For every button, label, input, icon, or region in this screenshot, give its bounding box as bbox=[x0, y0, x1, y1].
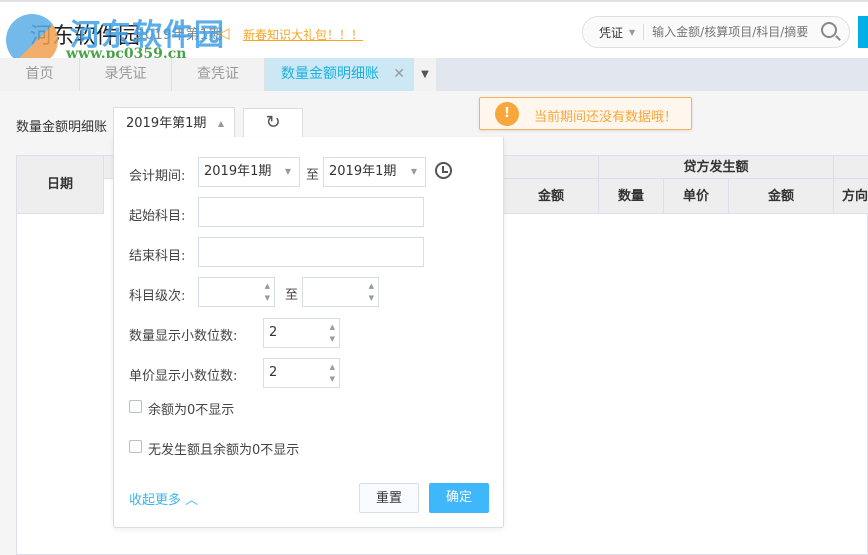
header-action-button[interactable] bbox=[858, 16, 868, 48]
qty-decimals-stepper[interactable]: 2 ▲ ▼ bbox=[263, 318, 340, 348]
period-to-select[interactable]: 2019年1期 ▼ bbox=[323, 157, 426, 187]
refresh-button[interactable]: ↻ bbox=[243, 108, 303, 138]
stepper-arrows-icon[interactable]: ▲ ▼ bbox=[330, 321, 335, 345]
search-type-select[interactable]: 凭证 bbox=[599, 24, 623, 41]
col-credit-qty: 数量 bbox=[599, 179, 664, 214]
qty-decimals-label: 数量显示小数位数: bbox=[129, 329, 238, 344]
reset-button[interactable]: 重置 bbox=[359, 483, 419, 513]
to-label: 至 bbox=[306, 168, 320, 183]
stepper-arrows-icon[interactable]: ▲ ▼ bbox=[330, 361, 335, 385]
app-header: 河东软件园 2019年第1期 河东软件园 www.pc0359.cn ◁ 新春知… bbox=[0, 0, 868, 66]
chevron-up-icon: ︿ bbox=[185, 493, 199, 508]
level-from-stepper[interactable]: ▲ ▼ bbox=[198, 277, 275, 307]
tab-enter-voucher[interactable]: 录凭证 bbox=[80, 58, 172, 91]
tab-label: 数量金额明细账 bbox=[281, 66, 379, 82]
period-from-value: 2019年1期 bbox=[204, 164, 272, 179]
end-account-label: 结束科目: bbox=[129, 249, 186, 264]
tab-bar: 首页 录凭证 查凭证 数量金额明细账 ✕ ▼ bbox=[0, 58, 868, 91]
filter-panel: 会计期间: 2019年1期 ▼ 至 2019年1期 ▼ 起始科目: 结束科目: 科目… bbox=[113, 137, 504, 528]
clock-icon[interactable] bbox=[435, 162, 452, 179]
close-icon[interactable]: ✕ bbox=[393, 58, 405, 91]
period-value: 2019年第1期 bbox=[126, 116, 207, 131]
warning-toast: ! 当前期间还没有数据哦！ bbox=[479, 97, 692, 130]
divider bbox=[643, 24, 645, 40]
period-select[interactable]: 2019年第1期 ▲ bbox=[113, 107, 235, 139]
tab-quantity-amount-ledger[interactable]: 数量金额明细账 ✕ bbox=[265, 58, 414, 91]
search-icon[interactable] bbox=[821, 22, 837, 38]
price-decimals-stepper[interactable]: 2 ▲ ▼ bbox=[263, 358, 340, 388]
hide-zero-balance-label: 余额为0不显示 bbox=[148, 403, 235, 418]
start-account-label: 起始科目: bbox=[129, 209, 186, 224]
refresh-icon: ↻ bbox=[265, 112, 281, 133]
confirm-button[interactable]: 确定 bbox=[429, 483, 489, 513]
hide-no-activity-checkbox[interactable] bbox=[129, 440, 142, 453]
promo-link[interactable]: 新春知识大礼包！！！ bbox=[243, 26, 363, 43]
stepper-arrows-icon[interactable]: ▲ ▼ bbox=[265, 280, 270, 304]
level-to-label: 至 bbox=[285, 288, 299, 303]
col-group-balance bbox=[834, 156, 868, 179]
col-direction: 方向 bbox=[834, 179, 868, 214]
col-credit-amount: 金额 bbox=[729, 179, 834, 214]
hide-zero-balance-checkbox[interactable] bbox=[129, 400, 142, 413]
search-input[interactable] bbox=[652, 25, 823, 39]
start-account-input[interactable] bbox=[198, 197, 424, 227]
stepper-arrows-icon[interactable]: ▲ ▼ bbox=[369, 280, 374, 304]
speaker-icon: ◁ bbox=[218, 24, 230, 42]
end-account-input[interactable] bbox=[198, 237, 424, 267]
col-group-credit: 贷方发生额 bbox=[599, 156, 834, 179]
search-box: 凭证 ▼ bbox=[582, 16, 850, 48]
col-date: 日期 bbox=[17, 156, 104, 214]
price-decimals-label: 单价显示小数位数: bbox=[129, 369, 238, 384]
tab-more-dropdown[interactable]: ▼ bbox=[414, 58, 436, 91]
period-from-select[interactable]: 2019年1期 ▼ bbox=[198, 157, 300, 187]
chevron-down-icon: ▼ bbox=[284, 167, 291, 176]
toast-message: 当前期间还没有数据哦！ bbox=[534, 110, 678, 125]
chevron-up-icon: ▲ bbox=[217, 119, 224, 128]
level-label: 科目级次: bbox=[129, 289, 186, 304]
exclamation-icon: ! bbox=[495, 102, 519, 126]
collapse-label: 收起更多 bbox=[129, 493, 182, 508]
period-label: 会计期间: bbox=[129, 169, 186, 184]
period-to-value: 2019年1期 bbox=[329, 164, 397, 179]
col-debit-amount: 金额 bbox=[504, 179, 599, 214]
price-decimals-value: 2 bbox=[269, 365, 278, 380]
collapse-more-link[interactable]: 收起更多 ︿ bbox=[129, 489, 198, 508]
chevron-down-icon[interactable]: ▼ bbox=[629, 28, 635, 37]
page-title: 数量金额明细账 bbox=[16, 120, 108, 135]
level-to-stepper[interactable]: ▲ ▼ bbox=[302, 277, 379, 307]
tab-home[interactable]: 首页 bbox=[0, 58, 80, 91]
col-credit-price: 单价 bbox=[664, 179, 729, 214]
qty-decimals-value: 2 bbox=[269, 325, 278, 340]
tab-query-voucher[interactable]: 查凭证 bbox=[172, 58, 265, 91]
hide-no-activity-label: 无发生额且余额为0不显示 bbox=[148, 443, 300, 458]
chevron-down-icon: ▼ bbox=[410, 167, 417, 176]
